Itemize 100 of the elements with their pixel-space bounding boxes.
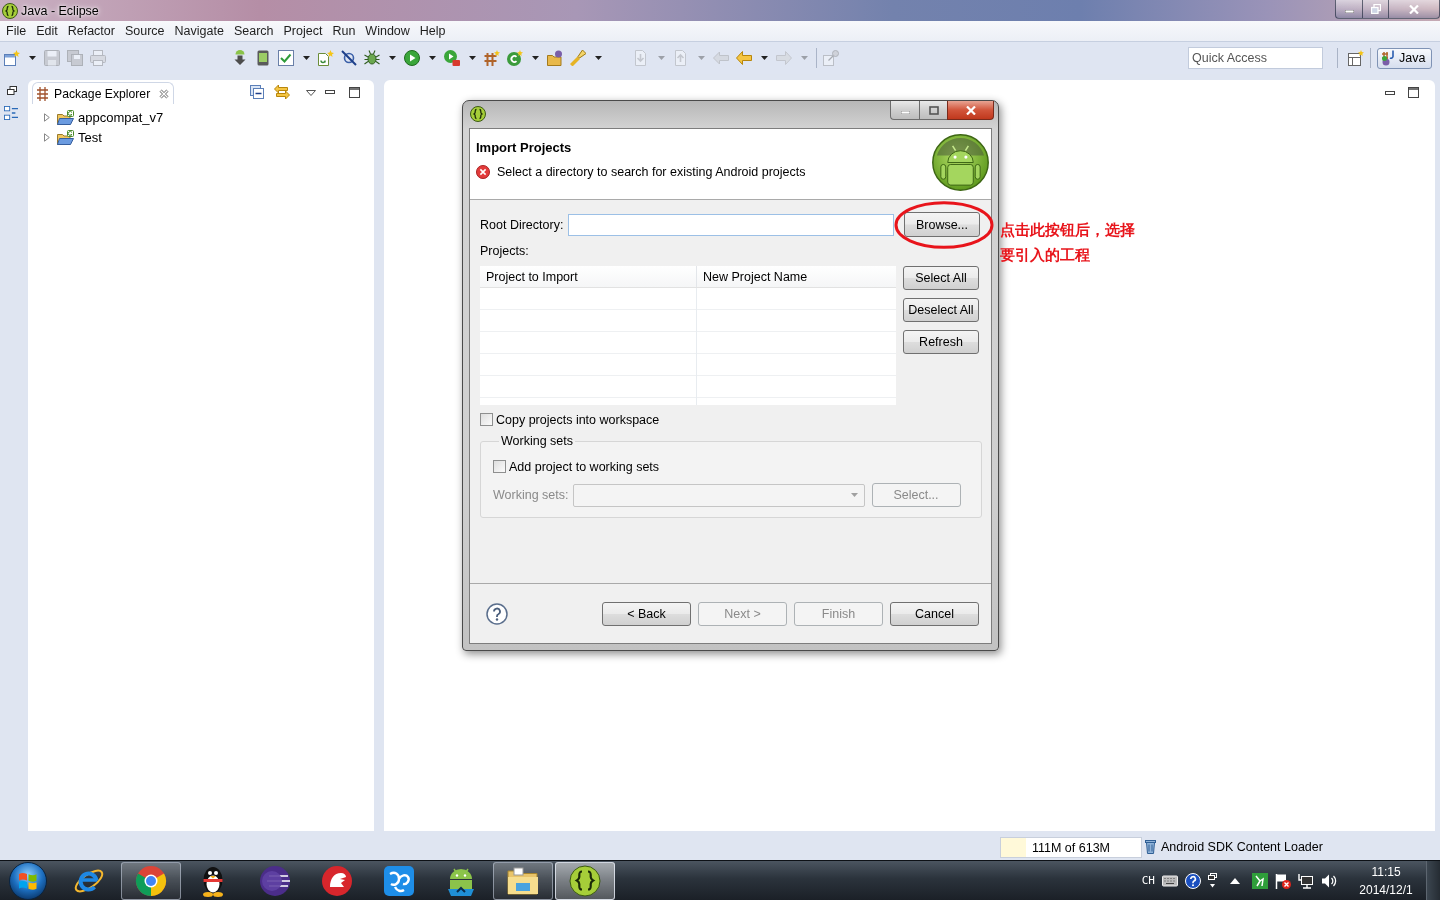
helmet-icon bbox=[321, 864, 353, 897]
folder-icon bbox=[507, 864, 539, 897]
field-label: Root Directory: bbox=[480, 217, 564, 232]
close-button[interactable] bbox=[947, 101, 994, 120]
new-class-icon[interactable] bbox=[507, 50, 523, 66]
minimize-icon[interactable] bbox=[1385, 90, 1395, 95]
phone-icon[interactable] bbox=[255, 50, 271, 66]
checkbox[interactable] bbox=[480, 413, 493, 426]
minimize-icon bbox=[1344, 10, 1354, 13]
table-action-button[interactable]: Deselect All bbox=[903, 298, 979, 322]
input-language-indicator[interactable]: CH bbox=[1141, 874, 1155, 887]
tree-item[interactable]: Test bbox=[28, 127, 374, 147]
minimize-button[interactable] bbox=[890, 101, 919, 120]
help-icon[interactable] bbox=[486, 602, 508, 625]
table-action-button[interactable]: Select All bbox=[903, 266, 979, 290]
status-message: Select a directory to search for existing Android projects bbox=[497, 165, 806, 179]
play-case-icon[interactable] bbox=[444, 50, 460, 66]
dialog-title: Import Projects bbox=[476, 140, 573, 155]
column-header[interactable]: Project to Import bbox=[480, 266, 697, 287]
minimize-button[interactable] bbox=[1335, 0, 1362, 19]
minimize-icon[interactable] bbox=[325, 90, 335, 94]
maximize-icon[interactable] bbox=[1408, 87, 1419, 98]
new-window-icon[interactable] bbox=[4, 50, 20, 66]
braces-ball-icon bbox=[569, 864, 601, 897]
close-icon bbox=[1409, 4, 1419, 14]
field-label: Working sets: bbox=[493, 488, 569, 502]
taskbar-button[interactable] bbox=[555, 861, 615, 900]
expand-arrow-icon[interactable] bbox=[44, 132, 50, 142]
braces-ball-icon bbox=[470, 106, 486, 122]
menu-item[interactable]: Navigate bbox=[169, 23, 229, 39]
restore-button[interactable] bbox=[1362, 0, 1388, 19]
clock-date[interactable]: 2014/12/1 bbox=[1359, 880, 1413, 899]
perspective-button[interactable]: Java bbox=[1377, 47, 1432, 69]
download-arrow-icon[interactable] bbox=[232, 50, 248, 66]
quick-access-field[interactable]: Quick Access bbox=[1188, 47, 1323, 69]
caret-icon[interactable] bbox=[302, 56, 310, 60]
view-tab[interactable]: Package Explorer bbox=[32, 82, 175, 104]
show-desktop-button[interactable] bbox=[1426, 860, 1440, 900]
maximize-icon[interactable] bbox=[349, 86, 360, 98]
expand-arrow-icon[interactable] bbox=[44, 112, 50, 122]
keyboard-icon[interactable] bbox=[1162, 872, 1178, 889]
collapse-all-icon[interactable] bbox=[250, 85, 264, 99]
menu-item[interactable]: File bbox=[1, 23, 32, 39]
column-header[interactable]: New Project Name bbox=[697, 266, 896, 287]
caret-icon[interactable] bbox=[760, 56, 768, 60]
orb-icon bbox=[9, 861, 47, 900]
chevron-up-icon[interactable] bbox=[1230, 877, 1240, 884]
restore-icon[interactable] bbox=[6, 86, 17, 95]
open-folder-icon[interactable] bbox=[547, 50, 563, 66]
minimize-icon bbox=[900, 111, 910, 114]
package-grid-icon bbox=[37, 86, 49, 101]
restore-icon bbox=[1370, 4, 1381, 14]
caret-icon[interactable] bbox=[594, 56, 602, 60]
tick-box-icon[interactable] bbox=[278, 50, 294, 66]
back-arrow-icon[interactable] bbox=[736, 50, 752, 66]
close-button[interactable] bbox=[1388, 0, 1440, 19]
link-arrows-icon[interactable] bbox=[274, 84, 290, 100]
view-menu-icon[interactable] bbox=[306, 90, 316, 96]
root-directory-field[interactable] bbox=[568, 213, 894, 236]
hierarchy-icon[interactable] bbox=[4, 106, 18, 120]
wizard-button[interactable]: Cancel bbox=[890, 601, 979, 626]
menu-item[interactable]: Source bbox=[119, 23, 170, 39]
window-arrow-icon[interactable] bbox=[1208, 873, 1217, 888]
network-icon[interactable] bbox=[1298, 872, 1314, 889]
table-action-button[interactable]: Refresh bbox=[903, 330, 979, 354]
menu-item[interactable]: Window bbox=[360, 23, 415, 39]
menu-item[interactable]: Refactor bbox=[62, 23, 120, 39]
window-add-icon[interactable] bbox=[1348, 50, 1364, 66]
taskbar-button[interactable] bbox=[493, 861, 553, 900]
project-folder-icon bbox=[57, 129, 74, 145]
menu-item[interactable]: Edit bbox=[31, 23, 63, 39]
menu-item[interactable]: Help bbox=[414, 23, 451, 39]
speaker-icon[interactable] bbox=[1321, 872, 1337, 889]
bug-icon[interactable] bbox=[364, 50, 380, 66]
taskbar-button[interactable] bbox=[121, 861, 181, 900]
menu-item[interactable]: Search bbox=[228, 23, 279, 39]
menu-item[interactable]: Run bbox=[327, 23, 361, 39]
caret-icon[interactable] bbox=[428, 56, 436, 60]
browse-button[interactable]: Browse... bbox=[904, 212, 980, 237]
grid-star-icon[interactable] bbox=[484, 50, 500, 66]
tree-item[interactable]: appcompat_v7 bbox=[28, 107, 374, 127]
maximize-button[interactable] bbox=[919, 101, 947, 120]
new-file-icon[interactable] bbox=[318, 50, 334, 66]
tray-app-icon[interactable] bbox=[1252, 872, 1268, 889]
caret-icon[interactable] bbox=[388, 56, 396, 60]
wizard-button[interactable]: < Back bbox=[602, 601, 691, 626]
caret-icon[interactable] bbox=[468, 56, 476, 60]
caret-icon[interactable] bbox=[531, 56, 539, 60]
heap-meter[interactable]: 111M of 613M bbox=[1000, 836, 1142, 858]
slashed-circle-icon[interactable] bbox=[341, 50, 357, 66]
flag-alert-icon[interactable] bbox=[1275, 872, 1291, 889]
menu-item[interactable]: Project bbox=[278, 23, 328, 39]
wheel-icon bbox=[135, 864, 167, 897]
play-icon[interactable] bbox=[404, 50, 420, 66]
trash-icon[interactable] bbox=[1145, 840, 1156, 854]
group-title: Working sets bbox=[500, 434, 574, 448]
checkbox-label[interactable]: Copy projects into workspace bbox=[496, 412, 660, 427]
job-status: Android SDK Content Loader bbox=[1161, 840, 1323, 854]
caret-icon[interactable] bbox=[28, 56, 36, 60]
clock-time[interactable]: 11:15 bbox=[1371, 862, 1401, 881]
